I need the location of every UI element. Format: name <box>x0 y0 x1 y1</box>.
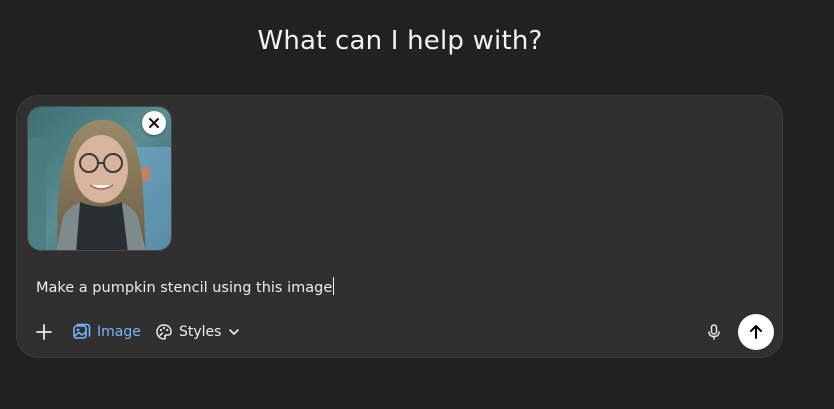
palette-icon <box>156 324 172 340</box>
image-tool-button[interactable]: Image <box>71 314 141 350</box>
styles-dropdown-button[interactable]: Styles <box>155 314 241 350</box>
text-caret <box>333 277 335 295</box>
send-button[interactable] <box>738 314 774 350</box>
prompt-text: Make a pumpkin stencil using this image <box>36 280 333 296</box>
chevron-down-icon <box>229 329 240 335</box>
close-icon <box>149 118 159 128</box>
arrow-up-icon <box>750 325 762 339</box>
page-title: What can I help with? <box>257 26 543 56</box>
voice-input-button[interactable] <box>705 314 723 350</box>
image-tool-label: Image <box>97 324 141 340</box>
image-icon <box>73 323 91 339</box>
add-attachment-button[interactable] <box>35 314 53 350</box>
composer-toolbar: Image Styles <box>17 314 782 350</box>
microphone-icon <box>708 324 720 340</box>
remove-attachment-button[interactable] <box>142 111 166 135</box>
plus-icon <box>36 324 52 340</box>
styles-label: Styles <box>179 324 222 340</box>
prompt-input[interactable]: Make a pumpkin stencil using this image <box>36 277 335 296</box>
prompt-composer: Make a pumpkin stencil using this image … <box>16 95 783 358</box>
